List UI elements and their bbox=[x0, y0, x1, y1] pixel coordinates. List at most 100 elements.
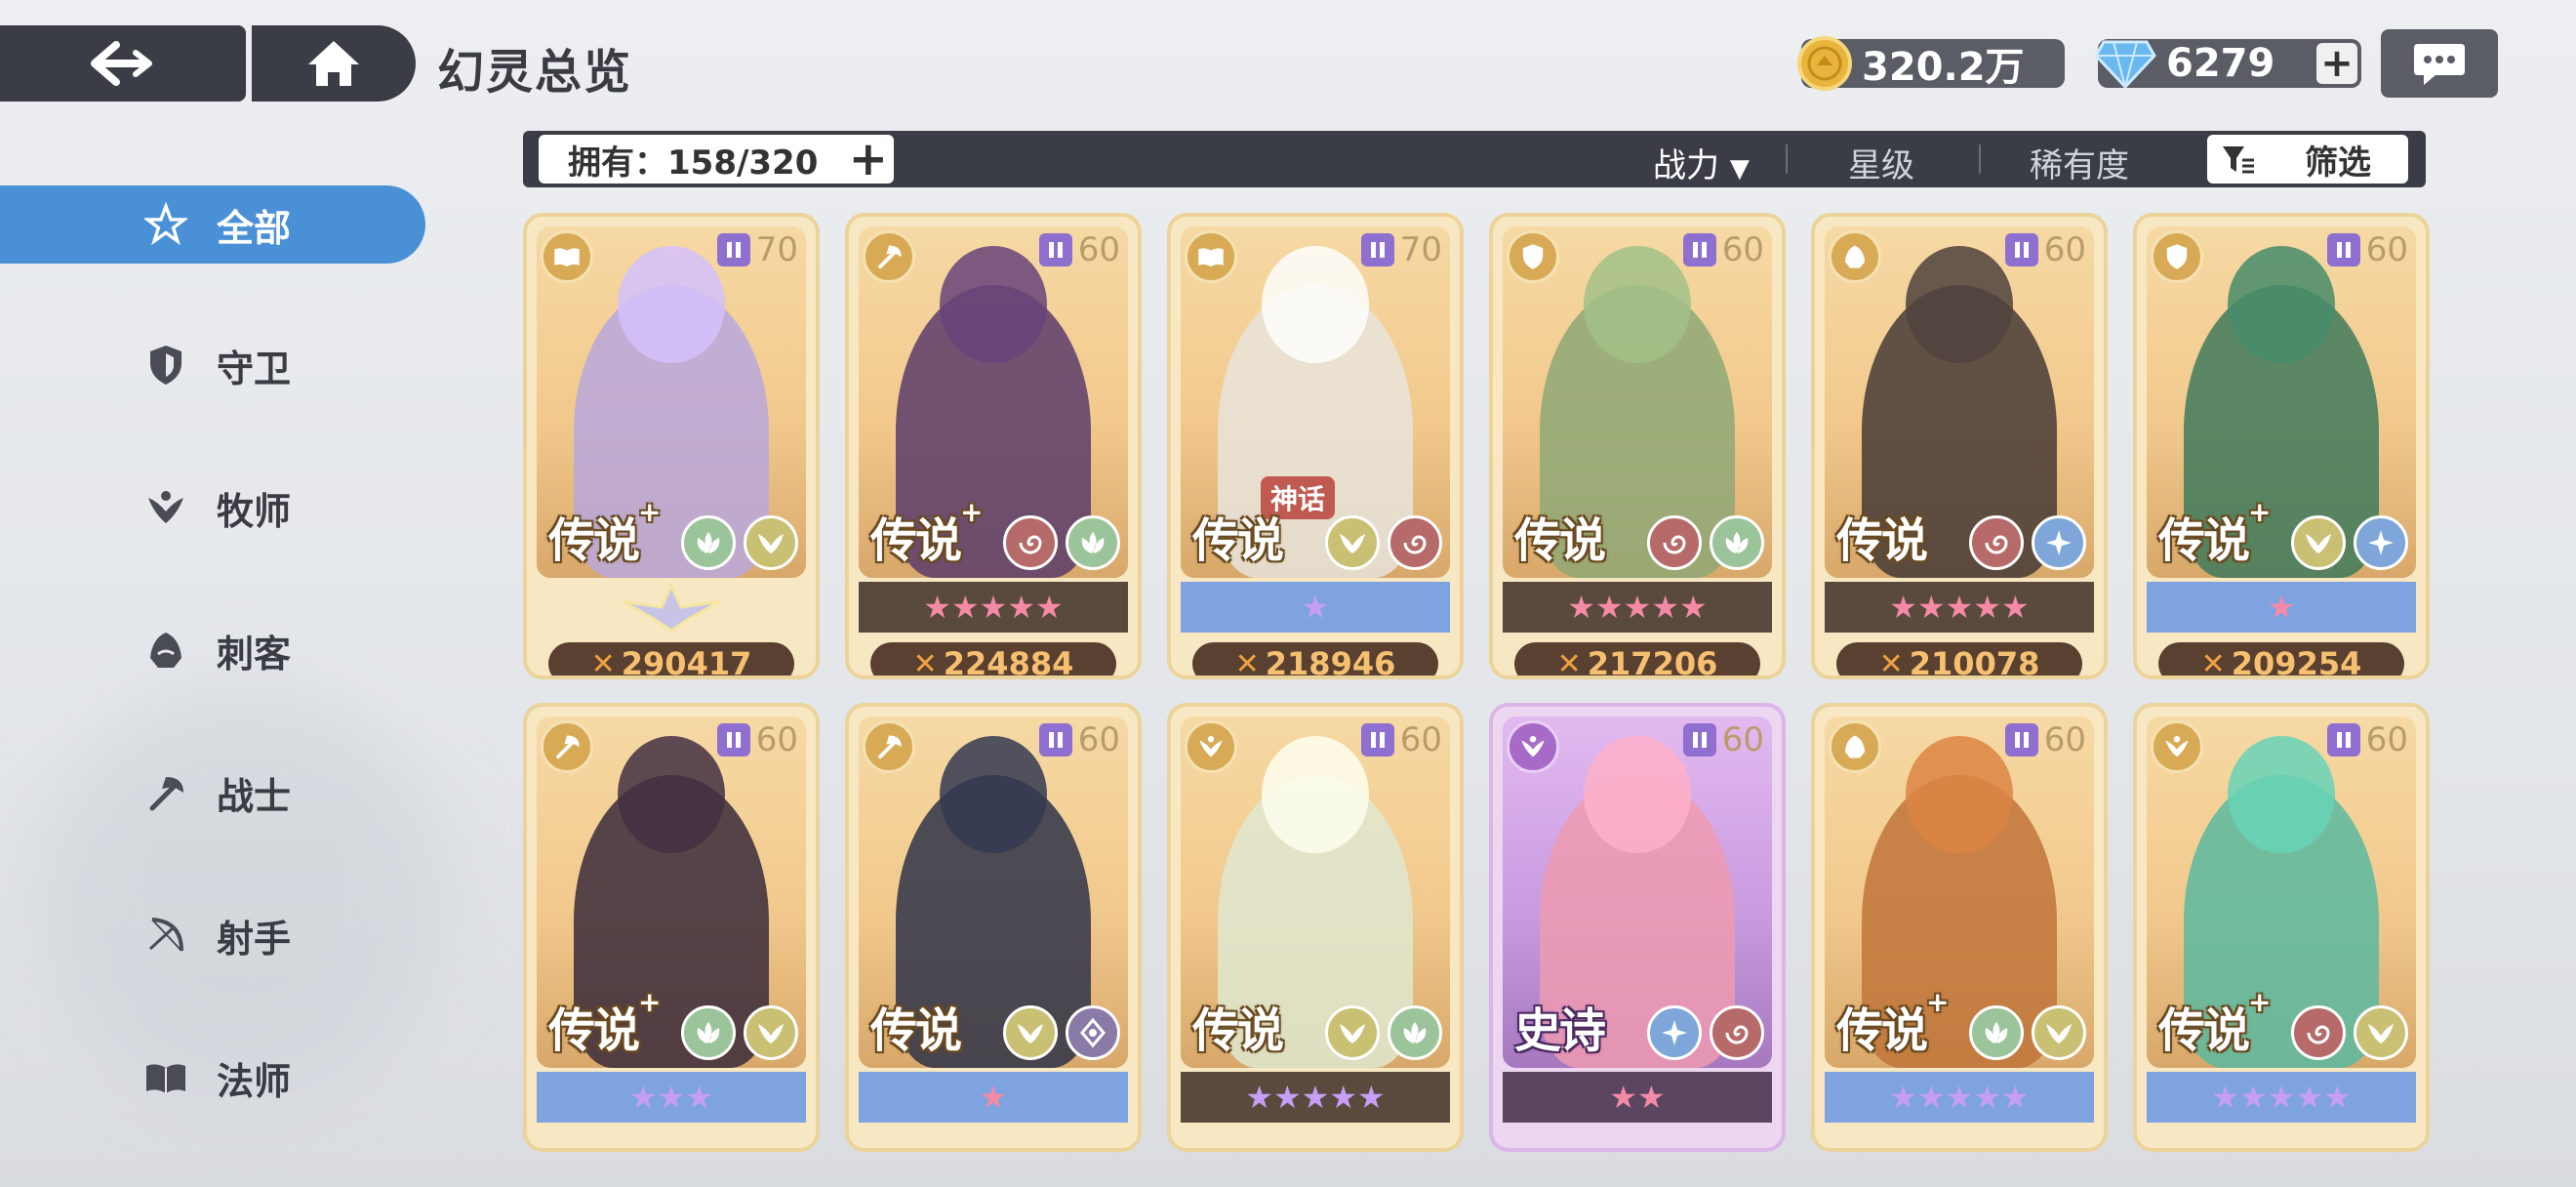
sort-star-option[interactable]: 星级 bbox=[1848, 139, 1914, 186]
hero-card[interactable]: 60 传说+ ★ ✕ 209254 bbox=[2133, 213, 2430, 679]
rarity-plus: + bbox=[1926, 986, 1950, 1018]
hero-card[interactable]: 70 神话 传说 ★ ✕ 218946 bbox=[1167, 213, 1464, 679]
chat-button[interactable] bbox=[2381, 29, 2498, 98]
hero-level: 60 bbox=[2043, 720, 2086, 759]
add-diamond-button[interactable]: + bbox=[2316, 43, 2357, 84]
expand-slots-button[interactable]: + bbox=[849, 136, 888, 183]
star-rating-strip: ★★★★★ bbox=[1503, 582, 1772, 633]
assassin-icon bbox=[144, 629, 187, 672]
rarity-label: 传说 bbox=[1192, 992, 1284, 1060]
rarity-label: 传说 bbox=[1192, 502, 1284, 570]
star-rating: ★★★★★ bbox=[1245, 1079, 1386, 1116]
rarity-plus: + bbox=[638, 496, 662, 528]
role-badge-icon bbox=[541, 230, 593, 283]
sidebar-item-mage[interactable]: 法师 bbox=[0, 1039, 425, 1117]
diamond-icon bbox=[2094, 40, 2156, 89]
hero-level: 70 bbox=[1399, 230, 1442, 269]
hero-card[interactable]: 60 史诗 ★★ bbox=[1489, 703, 1786, 1152]
hero-card[interactable]: 60 传说 ★★★★★ ✕ 210078 bbox=[1811, 213, 2108, 679]
hero-card[interactable]: 60 传说+ ★★★★★ bbox=[2133, 703, 2430, 1152]
owned-count-box[interactable]: 拥有：158/320 + bbox=[539, 135, 894, 184]
gold-coin-icon bbox=[1797, 36, 1852, 91]
light-element-icon bbox=[1003, 1005, 1058, 1060]
level-indicator: 70 bbox=[1360, 230, 1442, 269]
hero-head bbox=[618, 736, 725, 853]
star-rating: ★ bbox=[2267, 589, 2296, 626]
hero-head bbox=[618, 246, 725, 363]
rarity-label: 传说 bbox=[870, 992, 962, 1060]
level-indicator: 60 bbox=[1682, 720, 1764, 759]
sort-rarity-option[interactable]: 稀有度 bbox=[2030, 139, 2129, 186]
hero-card[interactable]: 60 传说 ★★★★★ ✕ 217206 bbox=[1489, 213, 1786, 679]
hero-card[interactable]: 60 传说 ★★★★★ bbox=[1167, 703, 1464, 1152]
rarity-label: 传说+ bbox=[1836, 986, 1950, 1060]
hero-head bbox=[940, 736, 1047, 853]
wings-icon bbox=[144, 486, 187, 529]
hero-card[interactable]: 60 传说+ ★★★★★ bbox=[1811, 703, 2108, 1152]
chaos-element-icon bbox=[1388, 515, 1442, 570]
diamond-currency: 6279 + bbox=[2094, 39, 2361, 89]
chaos-element-icon bbox=[1969, 515, 2024, 570]
home-button[interactable] bbox=[252, 25, 416, 102]
rarity-text: 传说 bbox=[2158, 1003, 2250, 1058]
pause-level-icon bbox=[716, 723, 750, 757]
frost-element-icon bbox=[2032, 515, 2086, 570]
role-badge-icon bbox=[2151, 230, 2203, 283]
pause-level-icon bbox=[1682, 723, 1716, 757]
pause-level-icon bbox=[2004, 723, 2038, 757]
role-badge-icon bbox=[863, 720, 915, 773]
chaos-element-icon bbox=[2291, 1005, 2346, 1060]
back-button[interactable] bbox=[0, 25, 246, 102]
power-strip: ✕ 209254 bbox=[2158, 642, 2404, 679]
power-value: 210078 bbox=[1909, 645, 2040, 679]
hero-card[interactable]: 60 传说 ★ bbox=[845, 703, 1142, 1152]
hero-card[interactable]: 60 传说+ ★★★ bbox=[523, 703, 820, 1152]
rarity-label: 传说+ bbox=[870, 496, 984, 570]
filter-button[interactable]: 筛选 bbox=[2207, 135, 2408, 184]
star-rating: ★ bbox=[979, 1079, 1008, 1116]
rarity-text: 传说 bbox=[1836, 513, 1928, 568]
background-decoration bbox=[39, 683, 449, 1093]
rarity-plus: + bbox=[2248, 496, 2272, 528]
rarity-label: 传说+ bbox=[548, 496, 662, 570]
crossed-swords-icon: ✕ bbox=[2200, 646, 2226, 679]
chaos-element-icon bbox=[1710, 1005, 1764, 1060]
hero-card[interactable]: 70 传说+ ★ ✕ 290417 bbox=[523, 213, 820, 679]
level-indicator: 60 bbox=[2004, 720, 2086, 759]
star-rating: ★★★ bbox=[628, 1079, 714, 1116]
sidebar-item-label: 射手 bbox=[217, 917, 292, 961]
hero-head bbox=[1262, 736, 1369, 853]
nature-element-icon bbox=[1710, 515, 1764, 570]
sidebar-item-priest[interactable]: 牧师 bbox=[0, 469, 425, 547]
sidebar-item-warrior[interactable]: 战士 bbox=[0, 754, 425, 832]
rarity-label: 传说+ bbox=[2158, 986, 2272, 1060]
hero-level: 60 bbox=[2365, 230, 2408, 269]
back-arrow-icon bbox=[91, 41, 152, 86]
hero-level: 60 bbox=[1721, 230, 1764, 269]
pause-level-icon bbox=[1360, 233, 1394, 266]
chat-bubble-icon bbox=[2414, 44, 2465, 85]
hero-card[interactable]: 60 传说+ ★★★★★ ✕ 224884 bbox=[845, 213, 1142, 679]
rarity-plus: + bbox=[638, 986, 662, 1018]
book-icon bbox=[144, 1056, 187, 1099]
filter-bar: 拥有：158/320 + 战力 ▼ 星级 稀有度 筛选 bbox=[523, 131, 2426, 187]
sidebar-item-archer[interactable]: 射手 bbox=[0, 896, 425, 974]
star-rank-crest: ★ bbox=[537, 582, 806, 633]
star-rating: ★★★★★ bbox=[1567, 589, 1708, 626]
sidebar-item-assassin[interactable]: 刺客 bbox=[0, 611, 425, 689]
power-strip: ✕ 218946 bbox=[1192, 642, 1438, 675]
owned-count: 拥有：158/320 bbox=[568, 143, 819, 183]
star-rating: ★ bbox=[1301, 589, 1330, 626]
bow-icon bbox=[144, 914, 187, 957]
sidebar-item-all[interactable]: 全部 bbox=[0, 185, 425, 264]
pause-level-icon bbox=[1038, 233, 1072, 266]
star-rating-strip: ★★★ bbox=[537, 1072, 806, 1123]
level-indicator: 60 bbox=[1038, 720, 1120, 759]
role-badge-icon bbox=[1185, 720, 1237, 773]
level-indicator: 70 bbox=[716, 230, 798, 269]
crossed-swords-icon: ✕ bbox=[1878, 646, 1904, 679]
light-element-icon bbox=[1325, 1005, 1380, 1060]
sort-power-option[interactable]: 战力 ▼ bbox=[1653, 139, 1750, 186]
sidebar-item-guard[interactable]: 守卫 bbox=[0, 326, 425, 404]
role-badge-icon bbox=[1829, 230, 1881, 283]
